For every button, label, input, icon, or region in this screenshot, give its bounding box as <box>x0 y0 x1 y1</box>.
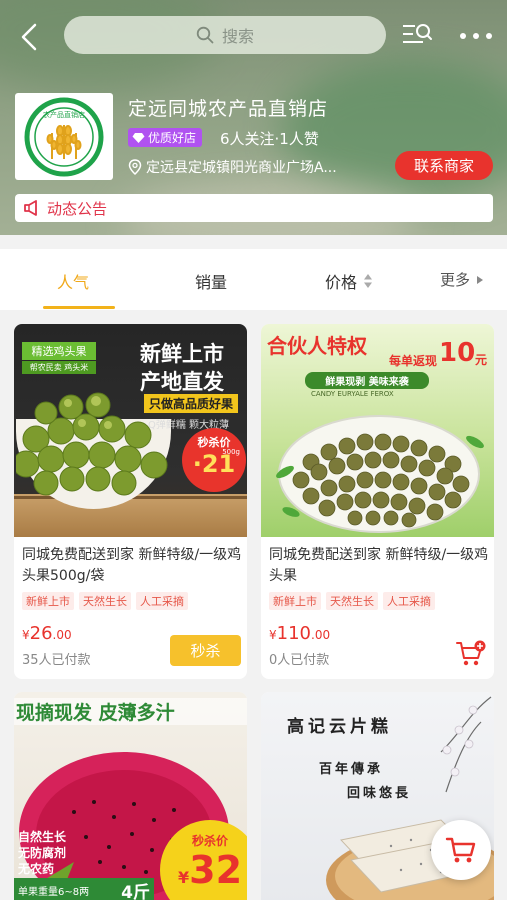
product-image: 精选鸡头果 帮农民卖 鸡头米 新鲜上市 产地直发 只做高品质好果 Q弹鲜糯 颗大… <box>14 324 247 537</box>
contact-merchant-button[interactable]: 联系商家 <box>395 151 493 180</box>
quality-store-badge: 优质好店 <box>128 128 203 147</box>
active-tab-indicator <box>43 306 115 309</box>
seckill-button[interactable]: 秒杀 <box>170 635 241 666</box>
product-title: 同城免费配送到家 新鲜特级/一级鸡头果 <box>269 547 489 584</box>
image-headline: 高记云片糕 <box>287 717 392 737</box>
image-cashback-label: 每单返现 <box>389 354 438 368</box>
triangle-right-icon <box>477 275 484 284</box>
product-tag: 天然生长 <box>79 592 131 610</box>
image-headline: 合伙人特权 <box>267 334 367 358</box>
product-tag: 人工采摘 <box>136 592 188 610</box>
image-corner-label: 精选鸡头果 <box>22 342 96 360</box>
product-image: 合伙人特权 每单返现 10 元 鲜果现剥 美味来袭 CANDY EURYALE … <box>261 324 494 537</box>
address-text: 定远县定城镇阳光商业广场A... <box>146 160 337 176</box>
image-line-2: 回味悠長 <box>347 786 412 801</box>
search-placeholder: 搜索 <box>221 27 254 46</box>
more-options-icon[interactable] <box>456 22 496 50</box>
product-tags: 新鲜上市 天然生长 人工采摘 <box>22 592 188 610</box>
follow-count: 6人关注·1人赞 <box>220 130 319 148</box>
image-cashback-unit: 元 <box>475 353 488 367</box>
image-headline: 现摘现发 皮薄多汁 <box>14 698 247 725</box>
image-headline-2: 产地直发 <box>140 370 224 394</box>
product-price: ¥26.00 <box>22 623 72 644</box>
store-name: 定远同城农产品直销店 <box>128 98 329 120</box>
sort-tabs: 人气 销量 价格 更多 <box>0 249 507 310</box>
product-card[interactable]: 现摘现发 皮薄多汁 自然生长 无防腐剂 无农药 单果重量6~8两 4斤 秒杀价 … <box>14 692 247 900</box>
add-to-cart-icon[interactable] <box>456 640 486 672</box>
product-title: 同城免费配送到家 新鲜特级/一级鸡头果500g/袋 <box>22 547 242 584</box>
location-pin-icon <box>128 159 142 175</box>
product-tag: 人工采摘 <box>383 592 435 610</box>
search-icon <box>196 26 214 44</box>
tab-label: 人气 <box>57 273 90 292</box>
image-feature-3: 无农药 <box>18 862 55 876</box>
svg-text:农产品直销店: 农产品直销店 <box>43 110 85 119</box>
diamond-icon <box>132 132 145 143</box>
seckill-price-sticker: 秒杀价 500g ·21 <box>182 428 246 492</box>
image-feature-1: 自然生长 <box>18 830 67 844</box>
image-feature-2: 无防腐剂 <box>18 846 67 860</box>
category-search-icon[interactable] <box>400 20 434 50</box>
image-latin: CANDY EURYALE FEROX <box>311 390 394 398</box>
image-headline-1: 新鲜上市 <box>140 342 224 366</box>
product-tag: 新鲜上市 <box>269 592 321 610</box>
product-card[interactable]: 精选鸡头果 帮农民卖 鸡头米 新鲜上市 产地直发 只做高品质好果 Q弹鲜糯 颗大… <box>14 324 247 679</box>
badge-label: 优质好店 <box>148 131 197 145</box>
product-card[interactable]: 合伙人特权 每单返现 10 元 鲜果现剥 美味来袭 CANDY EURYALE … <box>261 324 494 679</box>
image-corner-sub: 帮农民卖 鸡头米 <box>22 361 96 374</box>
product-image: 高记云片糕 百年傳承 回味悠長 <box>261 692 494 900</box>
search-input[interactable]: 搜索 <box>64 16 386 54</box>
tab-sales[interactable]: 销量 <box>195 269 227 293</box>
tab-label: 销量 <box>195 273 228 292</box>
paid-count: 35人已付款 <box>22 653 91 668</box>
floating-cart-icon[interactable] <box>431 820 491 880</box>
announcement-label: 动态公告 <box>47 199 108 218</box>
image-cashback-amount: 10 <box>439 338 476 368</box>
tab-label: 更多 <box>440 271 471 289</box>
back-icon[interactable] <box>14 22 44 52</box>
image-banner: 只做高品质好果 <box>144 394 239 413</box>
sort-arrows-icon <box>364 274 373 288</box>
image-line-1: 百年傳承 <box>319 762 384 777</box>
store-logo[interactable]: 农产品直销店 <box>15 93 113 180</box>
store-address[interactable]: 定远县定城镇阳光商业广场A... <box>128 157 384 177</box>
megaphone-icon <box>24 200 37 216</box>
seckill-price-sticker: 秒杀价 ¥32 <box>160 820 247 900</box>
product-price: ¥110.00 <box>269 623 331 644</box>
tab-label: 价格 <box>325 273 358 292</box>
paid-count: 0人已付款 <box>269 653 330 668</box>
store-header: 搜索 农产品直销店 定远同城农产品直销店 优质好店 6人关注·1人赞 定远县定城… <box>0 0 507 235</box>
product-image: 现摘现发 皮薄多汁 自然生长 无防腐剂 无农药 单果重量6~8两 4斤 秒杀价 … <box>14 692 247 900</box>
announcement-bar[interactable]: 动态公告 <box>15 194 493 222</box>
image-banner: 鲜果现剥 美味来袭 <box>305 372 429 389</box>
product-tag: 天然生长 <box>326 592 378 610</box>
product-tag: 新鲜上市 <box>22 592 74 610</box>
product-tags: 新鲜上市 天然生长 人工采摘 <box>269 592 435 610</box>
tab-popularity[interactable]: 人气 <box>57 269 89 293</box>
tab-price[interactable]: 价格 <box>325 269 373 293</box>
product-card[interactable]: 高记云片糕 百年傳承 回味悠長 <box>261 692 494 900</box>
image-bottom-bar: 单果重量6~8两 4斤 <box>14 878 154 900</box>
tab-more[interactable]: 更多 <box>440 269 484 290</box>
